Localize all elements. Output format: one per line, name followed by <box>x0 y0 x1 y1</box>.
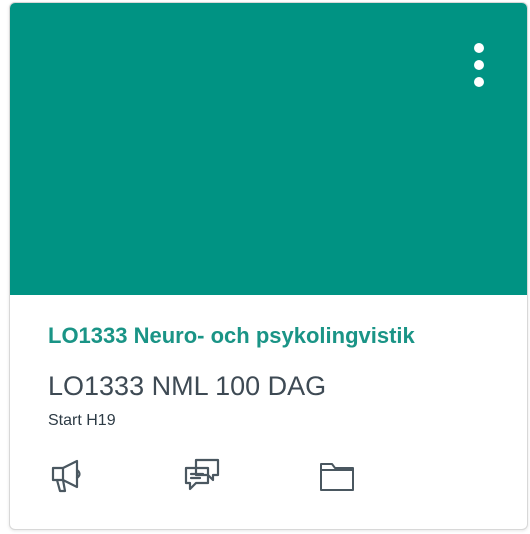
kebab-menu-icon[interactable] <box>467 41 491 93</box>
announcements-button[interactable] <box>48 455 96 503</box>
kebab-dot <box>474 60 484 70</box>
course-card[interactable]: LO1333 Neuro- och psykolingvistik LO1333… <box>9 2 528 530</box>
kebab-dot <box>474 77 484 87</box>
announcements-megaphone-icon <box>51 459 81 493</box>
kebab-dot <box>474 43 484 53</box>
files-button[interactable] <box>317 455 365 503</box>
discussions-chat-icon <box>184 458 220 491</box>
files-folder-icon <box>320 463 354 491</box>
course-term: Start H19 <box>48 412 116 429</box>
course-code: LO1333 NML 100 DAG <box>48 371 327 401</box>
discussions-button[interactable] <box>182 455 230 503</box>
course-card-hero[interactable] <box>10 3 527 295</box>
course-title-link[interactable]: LO1333 Neuro- och psykolingvistik <box>48 323 415 349</box>
course-card-actions <box>10 455 527 503</box>
